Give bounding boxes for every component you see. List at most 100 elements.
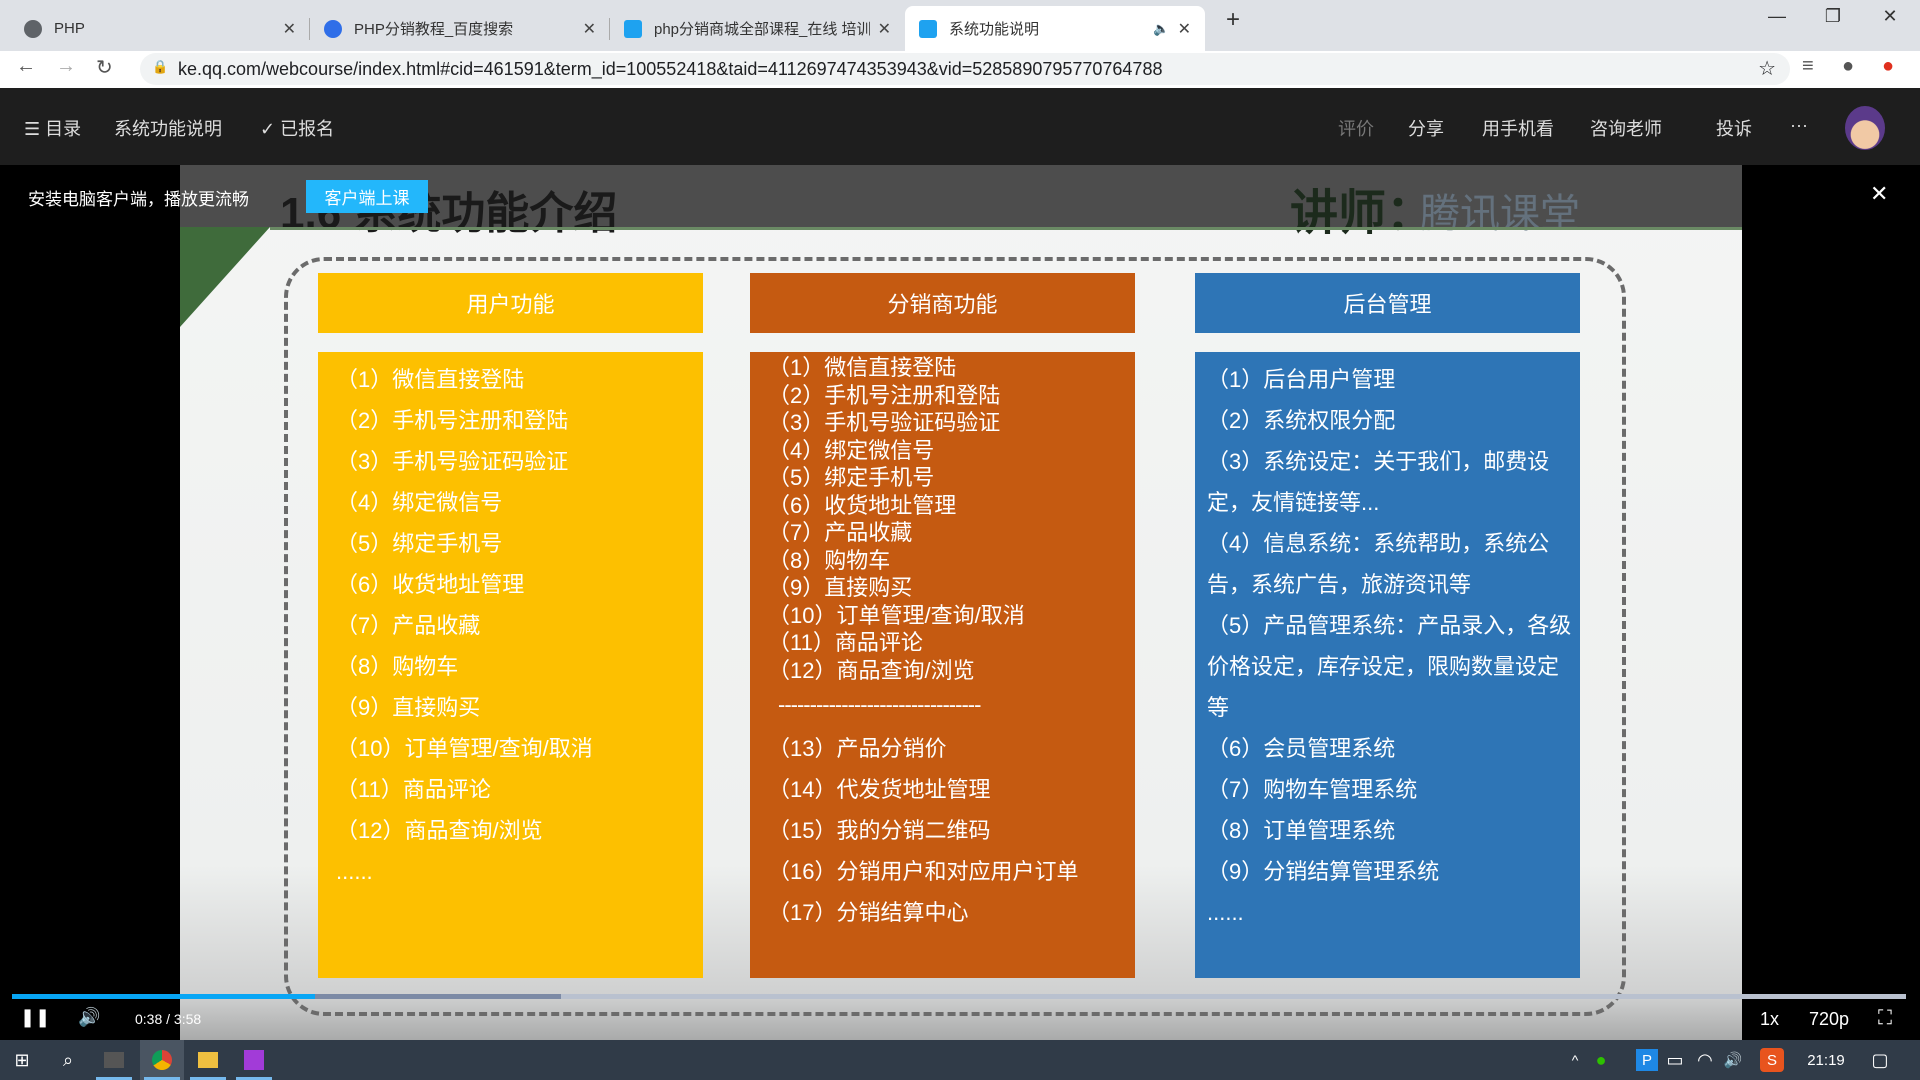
browser-toolbar: ← → ↻ 🔒 ke.qq.com/webcourse/index.html#c… bbox=[0, 51, 1920, 88]
title-underline bbox=[270, 227, 1742, 230]
forward-button[interactable]: → bbox=[56, 55, 76, 78]
pause-button[interactable]: ❚❚ bbox=[20, 1007, 50, 1028]
tab-baidu[interactable]: PHP分销教程_百度搜索 ✕ bbox=[310, 6, 610, 51]
report-button[interactable]: 投诉 bbox=[1716, 115, 1752, 141]
more-button[interactable]: ··· bbox=[1790, 115, 1808, 136]
list-item: （6）收货地址管理 bbox=[336, 572, 525, 597]
chrome-icon[interactable] bbox=[140, 1040, 184, 1080]
fullscreen-button[interactable]: ⛶ bbox=[1878, 1007, 1892, 1030]
list-item: （3）系统设定：关于我们，邮费设定，友情链接等... bbox=[1207, 449, 1550, 515]
search-icon[interactable]: ⌕ bbox=[46, 1040, 90, 1080]
list-item: （9）直接购买 bbox=[336, 695, 481, 720]
list-item: （13）产品分销价 bbox=[768, 736, 947, 761]
mobile-view-button[interactable]: 用手机看 bbox=[1482, 115, 1554, 141]
column-user: 用户功能 （1）微信直接登陆 （2）手机号注册和登陆 （3）手机号验证码验证 （4）绑… bbox=[318, 273, 703, 978]
list-item: （9）直接购买 bbox=[768, 575, 913, 600]
progress-bar[interactable] bbox=[12, 994, 1906, 999]
phpstorm-icon[interactable] bbox=[232, 1040, 276, 1080]
window-close-button[interactable]: ✕ bbox=[1870, 6, 1910, 27]
baidu-icon bbox=[324, 19, 342, 38]
divider: -------------------------------- bbox=[778, 692, 981, 717]
video-player[interactable]: 1.6 系统功能介绍 讲师： 腾讯课堂 用户功能 （1）微信直接登陆 （2）手机号… bbox=[0, 165, 1920, 1040]
battery-icon[interactable]: ▭ bbox=[1662, 1040, 1688, 1080]
enrolled-status: ✓ 已报名 bbox=[260, 119, 335, 139]
course-title: 系统功能说明 bbox=[114, 119, 222, 139]
tencent-class-icon bbox=[919, 19, 937, 38]
list-item: （12）商品查询/浏览 bbox=[768, 657, 975, 683]
url-text[interactable]: ke.qq.com/webcourse/index.html#cid=46159… bbox=[178, 59, 1162, 80]
list-item: （6）会员管理系统 bbox=[1207, 736, 1396, 761]
list-item: （1）微信直接登陆 bbox=[768, 355, 957, 380]
list-item: （8）订单管理系统 bbox=[1207, 818, 1396, 843]
avatar[interactable] bbox=[1845, 106, 1885, 150]
progress-played bbox=[12, 994, 316, 999]
list-item: （3）手机号验证码验证 bbox=[768, 410, 1001, 435]
list-item: （10）订单管理/查询/取消 bbox=[336, 736, 593, 761]
list-item: ...... bbox=[1207, 900, 1244, 925]
quality-button[interactable]: 720p bbox=[1809, 1009, 1849, 1030]
watermark: 腾讯课堂 bbox=[1420, 192, 1580, 236]
volume-button[interactable]: 🔊 bbox=[78, 1007, 100, 1028]
list-item: （12）商品查询/浏览 bbox=[336, 818, 543, 843]
sogou-icon[interactable]: S bbox=[1760, 1048, 1784, 1072]
bookmark-star-icon[interactable]: ☆ bbox=[1758, 56, 1776, 81]
course-header: ☰ 目录 系统功能说明 ✓ 已报名 评价 分享 用手机看 咨询老师 投诉 ··· bbox=[0, 88, 1920, 165]
terminal-icon[interactable] bbox=[92, 1040, 136, 1080]
address-bar[interactable]: 🔒 ke.qq.com/webcourse/index.html#cid=461… bbox=[140, 53, 1790, 85]
close-banner-icon[interactable]: ✕ bbox=[1870, 181, 1888, 207]
list-item: （17）分销结算中心 bbox=[768, 900, 969, 925]
list-item: （2）系统权限分配 bbox=[1207, 408, 1396, 433]
list-item: （14）代发货地址管理 bbox=[768, 777, 991, 802]
list-item: （15）我的分销二维码 bbox=[768, 818, 991, 843]
restore-button[interactable]: ❐ bbox=[1813, 6, 1853, 27]
tencent-class-icon bbox=[624, 19, 642, 38]
back-button[interactable]: ← bbox=[16, 55, 36, 78]
close-tab-icon[interactable]: ✕ bbox=[283, 19, 296, 39]
taskbar: ⊞ ⌕ ^ ● P ▭ ◠ 🔊 S 21:19 ▢ bbox=[0, 1040, 1920, 1080]
list-item: （11）商品评论 bbox=[768, 630, 923, 655]
audio-icon[interactable]: 🔈 bbox=[1153, 21, 1169, 37]
wifi-icon[interactable]: ◠ bbox=[1692, 1040, 1718, 1080]
share-button[interactable]: 分享 bbox=[1408, 115, 1444, 141]
time-display: 0:38 / 3:58 bbox=[135, 1011, 202, 1027]
windows-start-icon[interactable]: ⊞ bbox=[0, 1040, 44, 1080]
catalog-button[interactable]: ☰ 目录 bbox=[24, 115, 81, 141]
list-item: （9）分销结算管理系统 bbox=[1207, 859, 1440, 884]
list-item: （11）商品评论 bbox=[336, 777, 491, 802]
close-tab-icon[interactable]: ✕ bbox=[1178, 19, 1191, 39]
notification-icon[interactable]: ▢ bbox=[1858, 1040, 1902, 1080]
media-control-icon[interactable]: ≡ bbox=[1802, 55, 1814, 78]
speaker-icon[interactable]: 🔊 bbox=[1720, 1040, 1746, 1080]
close-tab-icon[interactable]: ✕ bbox=[878, 19, 891, 39]
consult-teacher-button[interactable]: 咨询老师 bbox=[1590, 115, 1662, 141]
list-item: （4）绑定微信号 bbox=[336, 490, 503, 515]
client-class-button[interactable]: 客户端上课 bbox=[306, 180, 428, 213]
extension-icon[interactable]: ● bbox=[1882, 55, 1894, 78]
tray-p-icon[interactable]: P bbox=[1636, 1049, 1658, 1071]
clock[interactable]: 21:19 bbox=[1796, 1040, 1856, 1080]
lock-icon: 🔒 bbox=[152, 59, 169, 74]
list-item: ...... bbox=[336, 859, 373, 884]
close-tab-icon[interactable]: ✕ bbox=[583, 19, 596, 39]
column-distributor: 分销商功能 （1）微信直接登陆 （2）手机号注册和登陆 （3）手机号验证码验证 （4）… bbox=[750, 273, 1135, 978]
list-item: （7）购物车管理系统 bbox=[1207, 777, 1418, 802]
wechat-icon[interactable]: ● bbox=[1588, 1040, 1614, 1080]
list-item: （1）微信直接登陆 bbox=[336, 367, 525, 392]
list-item: （8）购物车 bbox=[336, 654, 459, 679]
reload-button[interactable]: ↻ bbox=[96, 55, 113, 80]
list-item: （10）订单管理/查询/取消 bbox=[768, 602, 1025, 628]
column-header: 分销商功能 bbox=[750, 273, 1135, 333]
file-explorer-icon[interactable] bbox=[186, 1040, 230, 1080]
rate-button[interactable]: 评价 bbox=[1338, 115, 1374, 141]
tab-active[interactable]: 系统功能说明 🔈 ✕ bbox=[905, 6, 1205, 51]
speed-button[interactable]: 1x bbox=[1760, 1009, 1779, 1030]
list-item: （5）绑定手机号 bbox=[768, 465, 935, 490]
tray-chevron-icon[interactable]: ^ bbox=[1562, 1040, 1588, 1080]
tab-php[interactable]: PHP ✕ bbox=[10, 6, 310, 51]
profile-icon[interactable]: ● bbox=[1842, 55, 1854, 78]
tab-courses[interactable]: php分销商城全部课程_在线 培训 ✕ bbox=[610, 6, 905, 51]
list-item: （5）产品管理系统：产品录入，各级价格设定，库存设定，限购数量设定等 bbox=[1207, 613, 1572, 720]
column-body: （1）后台用户管理 （2）系统权限分配 （3）系统设定：关于我们，邮费设定，友情链接… bbox=[1195, 352, 1580, 978]
minimize-button[interactable]: — bbox=[1757, 6, 1797, 27]
new-tab-button[interactable]: + bbox=[1213, 6, 1253, 34]
